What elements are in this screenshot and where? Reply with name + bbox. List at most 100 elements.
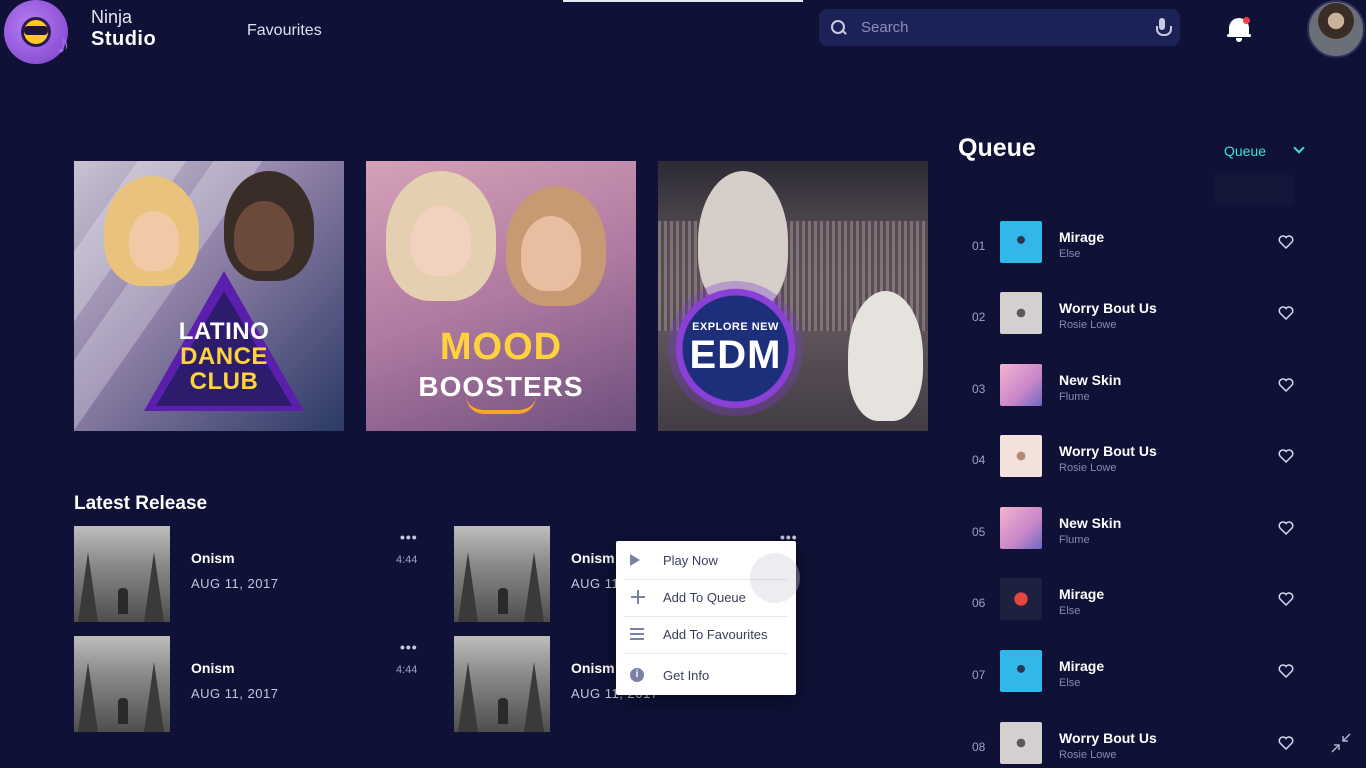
nav-favourites[interactable]: Favourites [247, 22, 322, 40]
tree-graphic [524, 662, 544, 732]
collapse-icon[interactable] [1330, 732, 1352, 754]
card-title-line: LATINO [178, 318, 270, 345]
artist-face [234, 201, 294, 271]
latest-release-title: Latest Release [74, 493, 208, 514]
search-icon [831, 19, 847, 36]
queue-item-thumbnail [1000, 578, 1042, 620]
queue-item-number: 02 [972, 310, 986, 324]
release-duration: 4:44 [396, 554, 418, 566]
queue-item-number: 07 [972, 668, 986, 682]
release-title: Onism [191, 660, 235, 676]
queue-item-number: 08 [972, 740, 986, 754]
queue-item-artist: Flume [1059, 534, 1090, 546]
queue-item-title: New Skin [1059, 515, 1122, 531]
card-title: EDM [689, 333, 782, 377]
queue-item-thumbnail [1000, 722, 1042, 764]
menu-item-label: Add To Favourites [663, 626, 768, 642]
playlist-icon [630, 628, 644, 640]
queue-item[interactable]: 08 Worry Bout Us Rosie Lowe [958, 722, 1318, 768]
queue-item-artist: Else [1059, 605, 1081, 617]
more-options-icon[interactable]: ••• [400, 640, 418, 654]
card-subtitle: EXPLORE NEW [692, 321, 779, 333]
tree-graphic [458, 552, 478, 622]
person-graphic [118, 588, 128, 614]
queue-item-artist: Else [1059, 677, 1081, 689]
queue-item-number: 04 [972, 453, 986, 467]
featured-card-mood-boosters[interactable]: MOOD BOOSTERS [366, 161, 636, 431]
artist-face [521, 216, 581, 291]
microphone-icon[interactable] [1156, 17, 1172, 38]
heart-icon[interactable] [1278, 664, 1294, 678]
card-title: LATINO DANCE CLUB [144, 319, 304, 394]
heart-icon[interactable] [1278, 378, 1294, 392]
release-duration: 4:44 [396, 664, 418, 676]
menu-item-add-to-favourites[interactable]: Add To Favourites [616, 617, 796, 651]
card-title-line: DANCE [180, 343, 268, 370]
heart-icon[interactable] [1278, 521, 1294, 535]
queue-item-thumbnail [1000, 221, 1042, 263]
queue-item[interactable]: 04 Worry Bout Us Rosie Lowe [958, 435, 1318, 487]
release-thumbnail[interactable] [74, 526, 170, 622]
tree-graphic [78, 662, 98, 732]
queue-item[interactable]: 03 New Skin Flume [958, 364, 1318, 416]
queue-item[interactable]: 06 Mirage Else [958, 578, 1318, 630]
queue-item-title: New Skin [1059, 372, 1122, 388]
heart-icon[interactable] [1278, 449, 1294, 463]
card-title: MOOD BOOSTERS [366, 326, 636, 403]
person-graphic [498, 588, 508, 614]
queue-item[interactable]: 02 Worry Bout Us Rosie Lowe [958, 292, 1318, 344]
queue-item-number: 03 [972, 382, 986, 396]
release-thumbnail[interactable] [454, 526, 550, 622]
artist-face [129, 211, 179, 271]
queue-item-thumbnail [1000, 507, 1042, 549]
queue-item-artist: Rosie Lowe [1059, 319, 1117, 331]
queue-item-artist: Else [1059, 248, 1081, 260]
user-avatar[interactable] [1307, 0, 1365, 58]
heart-icon[interactable] [1278, 306, 1294, 320]
queue-item[interactable]: 01 Mirage Else [958, 221, 1318, 273]
release-item[interactable]: Onism AUG 11, 2017 ••• 4:44 [74, 526, 424, 622]
queue-dropdown-shadow [1214, 175, 1294, 205]
queue-item-title: Mirage [1059, 658, 1105, 674]
queue-item-thumbnail [1000, 650, 1042, 692]
bell-base [1227, 34, 1251, 37]
menu-item-label: Get Info [663, 667, 710, 683]
heart-icon[interactable] [1278, 592, 1294, 606]
featured-card-explore-edm[interactable]: EXPLORE NEW EDM [658, 161, 928, 431]
release-thumbnail[interactable] [74, 636, 170, 732]
person-graphic [118, 698, 128, 724]
brand-line1: Ninja [91, 7, 133, 27]
notification-bell-icon[interactable] [1226, 15, 1252, 43]
queue-item-title: Worry Bout Us [1059, 443, 1157, 459]
queue-item[interactable]: 05 New Skin Flume [958, 507, 1318, 559]
featured-card-latino-dance-club[interactable]: LATINO DANCE CLUB [74, 161, 344, 431]
queue-item-number: 01 [972, 239, 986, 253]
queue-item-number: 06 [972, 596, 986, 610]
queue-item-artist: Flume [1059, 391, 1090, 403]
heart-icon[interactable] [1278, 736, 1294, 750]
click-ripple [750, 553, 800, 603]
queue-item[interactable]: 07 Mirage Else [958, 650, 1318, 702]
chevron-down-icon[interactable] [1293, 142, 1305, 154]
info-icon: i [630, 668, 644, 682]
dj-figure [848, 291, 923, 421]
release-thumbnail[interactable] [454, 636, 550, 732]
release-item[interactable]: Onism AUG 11, 2017 ••• 4:44 [74, 636, 424, 732]
release-date: AUG 11, 2017 [191, 686, 279, 701]
release-title: Onism [571, 550, 615, 566]
queue-filter-dropdown[interactable]: Queue [1224, 143, 1266, 159]
queue-item-thumbnail [1000, 364, 1042, 406]
app-logo[interactable]: ♪ [4, 0, 82, 64]
brand-line2: Studio [91, 28, 157, 50]
release-title: Onism [191, 550, 235, 566]
search-bar[interactable] [819, 9, 1180, 46]
search-input[interactable] [861, 19, 1156, 36]
release-title: Onism [571, 660, 615, 676]
tree-graphic [458, 662, 478, 732]
more-options-icon[interactable]: ••• [400, 530, 418, 544]
heart-icon[interactable] [1278, 235, 1294, 249]
queue-item-thumbnail [1000, 435, 1042, 477]
menu-item-get-info[interactable]: i Get Info [616, 658, 796, 692]
ninja-mask-icon [24, 26, 48, 35]
tree-graphic [524, 552, 544, 622]
